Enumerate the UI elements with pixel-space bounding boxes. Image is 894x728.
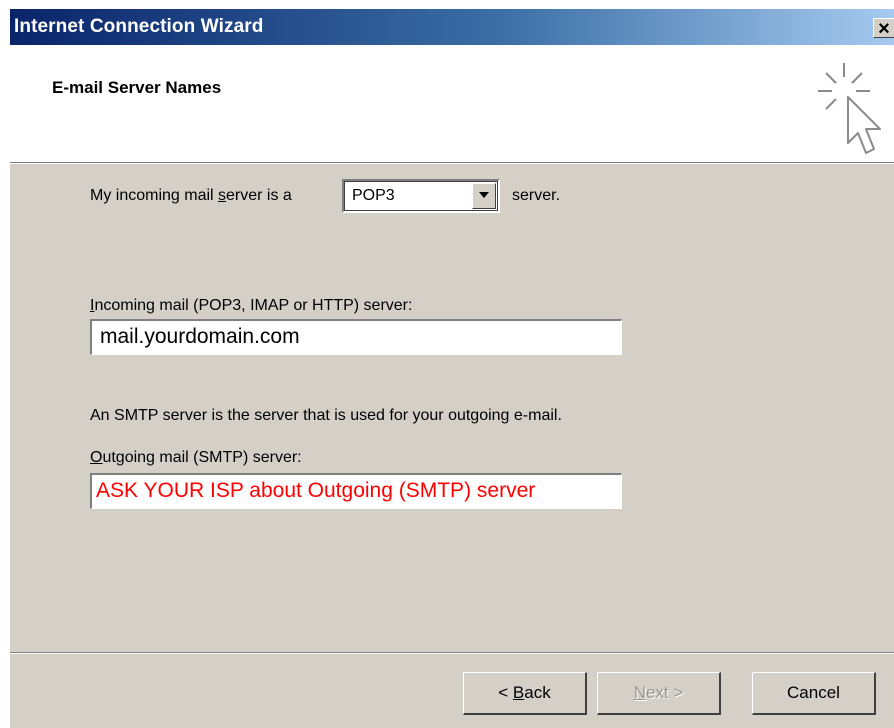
incoming-server-type-value: POP3 — [352, 187, 395, 204]
footer-divider — [10, 652, 894, 654]
incoming-server-input[interactable]: mail.yourdomain.com — [90, 319, 622, 355]
outgoing-server-value: ASK YOUR ISP about Outgoing (SMTP) serve… — [96, 479, 536, 502]
window-title: Internet Connection Wizard — [14, 16, 264, 37]
incoming-server-type-select[interactable]: POP3 — [342, 179, 500, 213]
incoming-server-label: Incoming mail (POP3, IMAP or HTTP) serve… — [90, 297, 413, 314]
incoming-server-value: mail.yourdomain.com — [100, 325, 300, 348]
wizard-window: Internet Connection Wizard × E-mail Serv… — [9, 9, 894, 728]
outgoing-server-input[interactable]: ASK YOUR ISP about Outgoing (SMTP) serve… — [90, 473, 622, 509]
smtp-info-text: An SMTP server is the server that is use… — [90, 407, 562, 424]
outgoing-server-label: Outgoing mail (SMTP) server: — [90, 449, 302, 466]
cancel-button[interactable]: Cancel — [752, 672, 876, 715]
next-button[interactable]: Next > — [597, 672, 721, 715]
incoming-type-suffix: server. — [512, 187, 561, 204]
close-icon: × — [878, 18, 890, 40]
close-button[interactable]: × — [873, 18, 894, 40]
page-title: E-mail Server Names — [52, 78, 222, 97]
wizard-cursor-sparkle-icon — [818, 63, 881, 154]
back-button[interactable]: < Back — [463, 672, 587, 715]
incoming-type-label: My incoming mail server is a — [90, 187, 292, 204]
title-bar[interactable]: Internet Connection Wizard × — [10, 9, 894, 45]
header-divider — [10, 162, 894, 164]
wizard-header: E-mail Server Names — [10, 45, 894, 162]
chevron-down-icon — [479, 192, 489, 198]
dropdown-button[interactable] — [472, 183, 496, 209]
